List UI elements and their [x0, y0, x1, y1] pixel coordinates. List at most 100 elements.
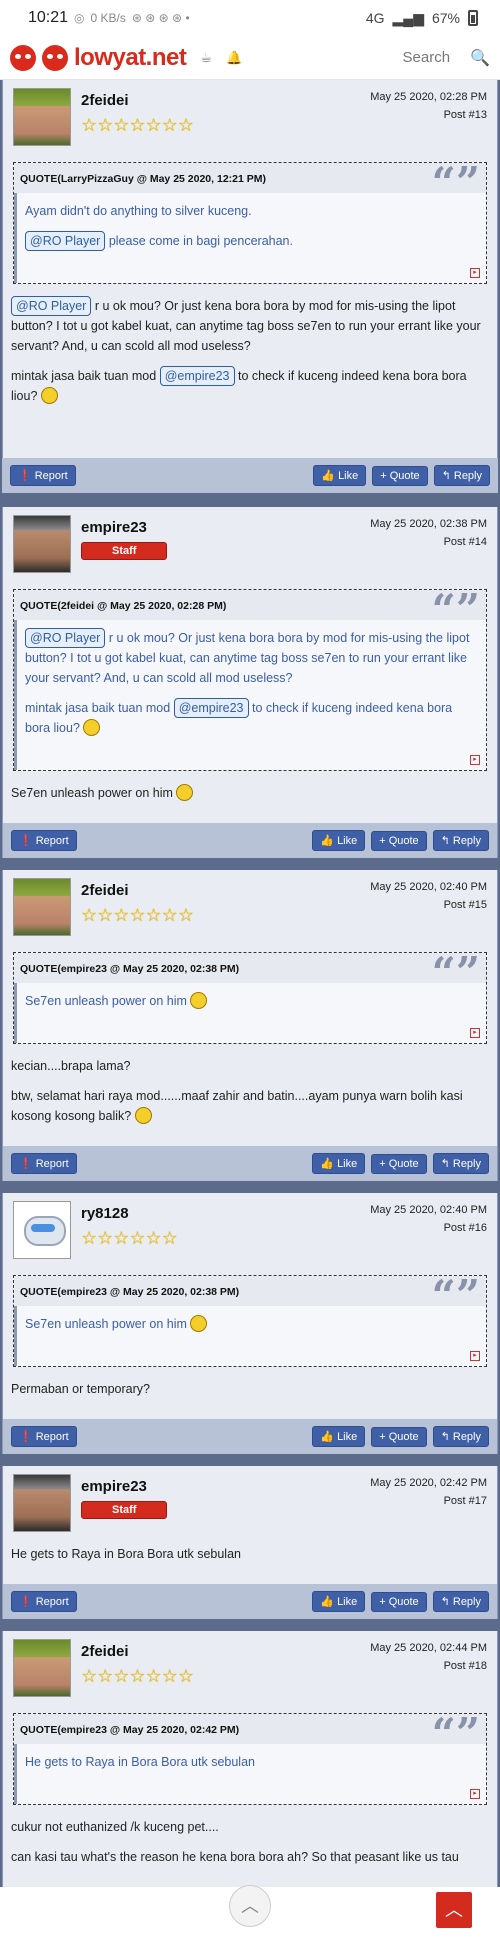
- post-body: QUOTE(empire23 @ May 25 2020, 02:38 PM) …: [3, 1265, 497, 1419]
- post-meta: May 25 2020, 02:40 PM Post #15: [370, 878, 487, 914]
- quote-source: QUOTE(empire23 @ May 25 2020, 02:38 PM): [20, 1286, 240, 1298]
- report-button[interactable]: ❗ Report: [11, 830, 77, 851]
- status-icons: ◎ 0 KB/s ⊛ ⊛ ⊛ ⊛ •: [74, 11, 190, 25]
- scroll-up-button[interactable]: ︿: [229, 1885, 271, 1927]
- quote-label: Quote: [389, 469, 420, 482]
- report-icon: ❗: [19, 1431, 33, 1443]
- plus-icon: +: [380, 469, 387, 482]
- avatar[interactable]: [13, 515, 71, 573]
- quote-body: Se7en unleash power on him ▸: [14, 983, 486, 1043]
- post-number[interactable]: Post #18: [370, 1657, 487, 1675]
- like-button[interactable]: 👍 Like: [312, 1153, 366, 1174]
- quote-header: QUOTE(empire23 @ May 25 2020, 02:38 PM) …: [14, 1274, 486, 1318]
- site-logo[interactable]: lowyat.net: [10, 44, 187, 72]
- reply-label: Reply: [452, 1596, 481, 1608]
- message-text-2a: mintak jasa baik tuan mod: [11, 369, 157, 383]
- expand-quote-icon[interactable]: ▸: [470, 268, 480, 278]
- reply-button[interactable]: ↰ Reply: [432, 1426, 489, 1447]
- report-button[interactable]: ❗ Report: [10, 465, 76, 486]
- expand-quote-icon[interactable]: ▸: [470, 1789, 480, 1799]
- reply-icon: ↰: [440, 1596, 450, 1608]
- user-tag[interactable]: @RO Player: [25, 628, 106, 648]
- reply-button[interactable]: ↰ Reply: [432, 1153, 489, 1174]
- user-tag[interactable]: @RO Player: [11, 296, 92, 316]
- thumbs-up-icon: 👍: [320, 1596, 335, 1608]
- post: ry8128 ☆☆☆☆☆☆ May 25 2020, 02:40 PM Post…: [2, 1193, 498, 1454]
- cup-icon[interactable]: ☕: [200, 50, 212, 66]
- post-date: May 25 2020, 02:38 PM: [370, 518, 487, 530]
- post: empire23 Staff May 25 2020, 02:38 PM Pos…: [2, 507, 498, 858]
- emoji-icon: [190, 992, 208, 1009]
- username[interactable]: empire23: [81, 1478, 167, 1495]
- username[interactable]: empire23: [81, 519, 167, 536]
- report-icon: ❗: [19, 835, 33, 847]
- expand-quote-icon[interactable]: ▸: [470, 1028, 480, 1038]
- thread: 2feidei ☆☆☆☆☆☆☆ May 25 2020, 02:28 PM Po…: [0, 80, 500, 1887]
- reply-button[interactable]: ↰ Reply: [432, 1591, 489, 1612]
- post-date: May 25 2020, 02:40 PM: [370, 1204, 487, 1216]
- avatar[interactable]: [13, 1201, 71, 1259]
- search-icon[interactable]: 🔍: [470, 48, 490, 68]
- report-button[interactable]: ❗ Report: [11, 1426, 77, 1447]
- post: 2feidei ☆☆☆☆☆☆☆ May 25 2020, 02:44 PM Po…: [2, 1631, 498, 1887]
- avatar[interactable]: [13, 878, 71, 936]
- user-tag[interactable]: @empire23: [159, 366, 235, 386]
- user-tag[interactable]: @RO Player: [25, 231, 106, 251]
- signal-icon: ▂▄▆: [392, 9, 424, 26]
- like-button[interactable]: 👍 Like: [312, 1591, 366, 1612]
- report-button[interactable]: ❗ Report: [11, 1153, 77, 1174]
- username[interactable]: ry8128: [81, 1205, 178, 1222]
- report-button[interactable]: ❗ Report: [11, 1591, 77, 1612]
- report-label: Report: [35, 1596, 69, 1608]
- post-number[interactable]: Post #15: [370, 896, 487, 914]
- report-label: Report: [35, 835, 69, 847]
- report-icon: ❗: [19, 1158, 33, 1170]
- status-time: 10:21: [28, 9, 69, 26]
- quote-body: @RO Player r u ok mou? Or just kena bora…: [14, 620, 486, 770]
- avatar[interactable]: [13, 1639, 71, 1697]
- like-label: Like: [338, 470, 359, 482]
- emoji-icon: [134, 1107, 152, 1124]
- username[interactable]: 2feidei: [81, 1643, 194, 1660]
- username[interactable]: 2feidei: [81, 882, 194, 899]
- post-number[interactable]: Post #14: [370, 533, 487, 551]
- message-text: cukur not euthanized /k kuceng pet....: [11, 1820, 219, 1834]
- quote-body: Se7en unleash power on him ▸: [14, 1306, 486, 1366]
- reply-button[interactable]: ↰ Reply: [432, 830, 489, 851]
- quote-label: Quote: [388, 1157, 419, 1170]
- emoji-icon: [40, 387, 58, 404]
- chevron-up-icon: ︿: [241, 1896, 259, 1916]
- quote-button[interactable]: + Quote: [371, 830, 427, 851]
- avatar[interactable]: [13, 88, 71, 146]
- like-button[interactable]: 👍 Like: [312, 830, 366, 851]
- username[interactable]: 2feidei: [81, 92, 194, 109]
- avatar[interactable]: [13, 1474, 71, 1532]
- like-button[interactable]: 👍 Like: [313, 465, 367, 486]
- bell-icon[interactable]: 🔔: [226, 50, 242, 66]
- post-header: empire23 Staff May 25 2020, 02:38 PM Pos…: [3, 507, 497, 579]
- post-number[interactable]: Post #17: [370, 1492, 487, 1510]
- post-number[interactable]: Post #16: [370, 1219, 487, 1237]
- notification-icon: ⊛ ⊛ ⊛ ⊛ •: [131, 11, 190, 25]
- plus-icon: +: [379, 1157, 386, 1170]
- post-header: 2feidei ☆☆☆☆☆☆☆ May 25 2020, 02:44 PM Po…: [3, 1631, 497, 1703]
- quote-header: QUOTE(2feidei @ May 25 2020, 02:28 PM) “…: [14, 588, 486, 632]
- post-header: empire23 Staff May 25 2020, 02:42 PM Pos…: [3, 1466, 497, 1538]
- expand-quote-icon[interactable]: ▸: [470, 1351, 480, 1361]
- expand-quote-icon[interactable]: ▸: [470, 755, 480, 765]
- user-tag[interactable]: @empire23: [173, 698, 249, 718]
- site-header: lowyat.net ☕ 🔔 Search 🔍: [0, 36, 500, 80]
- quote-source: QUOTE(empire23 @ May 25 2020, 02:38 PM): [20, 963, 240, 975]
- quote-button[interactable]: + Quote: [372, 465, 428, 486]
- quote-button[interactable]: + Quote: [371, 1153, 427, 1174]
- reply-button[interactable]: ↰ Reply: [433, 465, 490, 486]
- battery-level: 67%: [431, 10, 460, 26]
- post-date: May 25 2020, 02:42 PM: [370, 1477, 487, 1489]
- reply-label: Reply: [452, 1431, 481, 1443]
- search-input[interactable]: Search: [403, 49, 451, 66]
- quote-button[interactable]: + Quote: [371, 1426, 427, 1447]
- back-to-top-button[interactable]: ︿: [436, 1892, 472, 1928]
- like-button[interactable]: 👍 Like: [312, 1426, 366, 1447]
- quote-button[interactable]: + Quote: [371, 1591, 427, 1612]
- post-number[interactable]: Post #13: [370, 106, 487, 124]
